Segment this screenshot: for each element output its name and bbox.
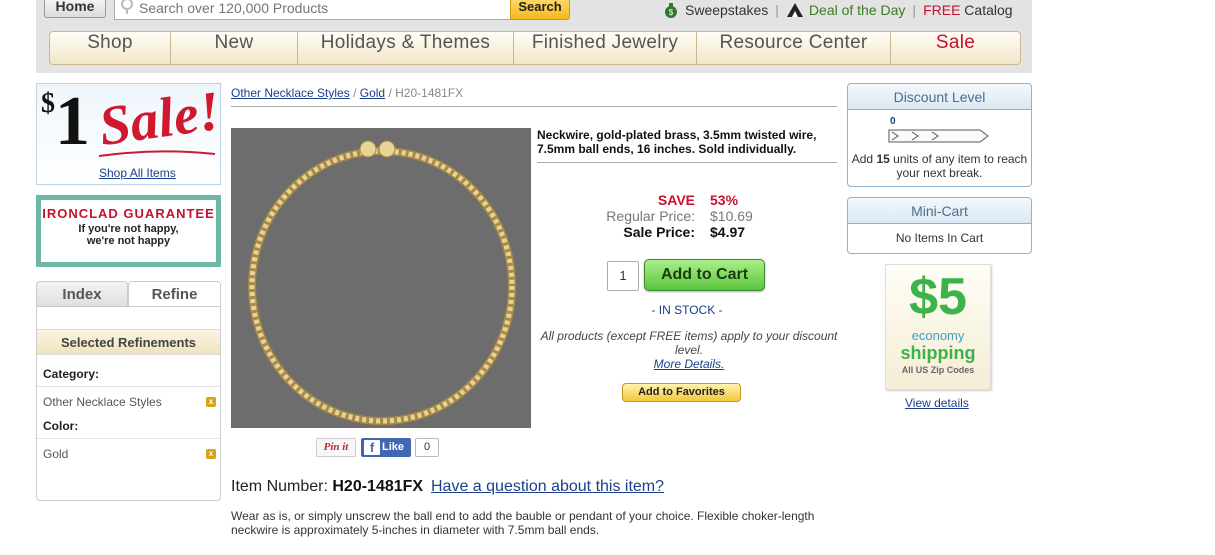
stock-status: - IN STOCK -: [651, 303, 723, 317]
top-bar: Home Search $ Sweepstakes | Deal of the …: [36, 0, 1032, 73]
discount-level-box: Discount Level 0 Add 15 units of any ite…: [847, 83, 1032, 187]
sale-price-graphic: $1: [41, 83, 90, 160]
product-title: Neckwire, gold-plated brass, 3.5mm twist…: [537, 128, 817, 156]
economy-shipping-banner[interactable]: $5 economy shipping All US Zip Codes: [885, 264, 991, 390]
product-description: Wear as is, or simply unscrew the ball e…: [231, 509, 815, 537]
breadcrumb-gold[interactable]: Gold: [360, 86, 385, 100]
save-percent: 53%: [710, 192, 739, 208]
color-refinement-value: Gold: [43, 447, 69, 461]
color-label: Color:: [43, 419, 79, 433]
like-label: Like: [382, 441, 405, 453]
shipping-price: $5: [909, 268, 967, 326]
more-details-link[interactable]: More Details.: [654, 357, 725, 371]
save-label: SAVE: [657, 192, 695, 208]
shipping-word: shipping: [900, 343, 976, 363]
facebook-like-button[interactable]: f Like: [361, 438, 411, 457]
save-label-row: SAVE: [560, 192, 695, 208]
mini-cart-box: Mini-Cart No Items In Cart: [847, 197, 1032, 254]
regular-price-label: Regular Price:: [606, 208, 695, 224]
item-number: Item Number: H20-1481FX: [231, 478, 423, 496]
guarantee-subtitle: If you're not happy, we're not happy: [78, 223, 179, 247]
view-details-link[interactable]: View details: [905, 396, 969, 410]
add-to-cart-button[interactable]: Add to Cart: [644, 259, 765, 291]
item-number-value: H20-1481FX: [332, 478, 424, 495]
search-input[interactable]: [139, 0, 499, 16]
nav-new[interactable]: New: [171, 32, 298, 64]
breadcrumb-separator: /: [388, 86, 392, 100]
category-label: Category:: [43, 367, 100, 381]
utility-links: $ Sweepstakes | Deal of the Day | FREE C…: [662, 1, 1013, 19]
remove-category-icon[interactable]: x: [206, 397, 216, 407]
discount-level-value: 0: [890, 116, 896, 127]
ask-question-link[interactable]: Have a question about this item?: [431, 478, 664, 496]
dollar-sale-banner[interactable]: $1 Sale! Shop All Items: [36, 80, 224, 185]
add-to-favorites-button[interactable]: Add to Favorites: [622, 383, 741, 402]
refine-panel: Selected Refinements Category: Other Nec…: [36, 306, 221, 501]
item-number-label: Item Number:: [231, 478, 328, 495]
tab-refine[interactable]: Refine: [128, 281, 221, 307]
ironclad-guarantee-badge[interactable]: IRONCLAD GUARANTEE If you're not happy, …: [36, 195, 221, 267]
free-label[interactable]: FREE: [923, 2, 960, 18]
pin-it-button[interactable]: Pin it: [316, 438, 356, 457]
breadcrumb-other-necklace-styles[interactable]: Other Necklace Styles: [231, 86, 350, 100]
discount-level-heading: Discount Level: [848, 84, 1031, 110]
breadcrumb-current: H20-1481FX: [395, 86, 464, 100]
nav-resource-center[interactable]: Resource Center: [697, 32, 891, 64]
breadcrumb: Other Necklace Styles / Gold / H20-1481F…: [231, 86, 463, 100]
divider: [231, 106, 837, 107]
like-count: 0: [415, 438, 439, 457]
mini-cart-heading[interactable]: Mini-Cart: [848, 198, 1031, 224]
deal-of-day-link[interactable]: Deal of the Day: [809, 2, 906, 18]
breadcrumb-separator: /: [353, 86, 357, 100]
category-refinement-value: Other Necklace Styles: [43, 395, 162, 409]
nav-sale[interactable]: Sale: [891, 32, 1020, 64]
product-image[interactable]: [231, 128, 531, 428]
regular-price-value: $10.69: [710, 208, 753, 224]
catalog-link[interactable]: Catalog: [964, 2, 1012, 18]
search-button[interactable]: Search: [510, 0, 570, 20]
guarantee-title: IRONCLAD GUARANTEE: [42, 206, 215, 221]
sale-price-value: $4.97: [710, 224, 746, 240]
tab-index[interactable]: Index: [36, 281, 128, 307]
discount-progress-bar: [888, 129, 989, 143]
main-nav: Shop New Holidays & Themes Finished Jewe…: [49, 31, 1021, 65]
quantity-input[interactable]: 1: [607, 261, 639, 291]
sale-price-label: Sale Price:: [623, 224, 695, 240]
divider: |: [775, 2, 779, 18]
regular-price-label-row: Regular Price:: [560, 208, 695, 224]
nav-finished-jewelry[interactable]: Finished Jewelry: [514, 32, 697, 64]
nav-shop[interactable]: Shop: [50, 32, 171, 64]
divider: [537, 162, 837, 163]
money-bag-icon: $: [665, 3, 677, 18]
divider: [37, 438, 220, 439]
selected-refinements-heading: Selected Refinements: [37, 329, 220, 355]
search-box[interactable]: [114, 0, 510, 20]
facebook-icon: f: [364, 440, 380, 455]
gold-neckwire-image: [248, 140, 516, 425]
discount-level-text: Add 15 units of any item to reach your n…: [851, 152, 1028, 180]
svg-text:$: $: [669, 8, 674, 17]
shop-all-items-link[interactable]: Shop All Items: [99, 166, 176, 180]
divider: |: [912, 2, 917, 18]
remove-color-icon[interactable]: x: [206, 449, 216, 459]
sale-price-label-row: Sale Price:: [560, 224, 695, 240]
nav-holidays-themes[interactable]: Holidays & Themes: [298, 32, 514, 64]
divider: [37, 386, 220, 387]
search-icon: [121, 0, 133, 14]
home-button[interactable]: Home: [44, 0, 106, 18]
sweepstakes-link[interactable]: Sweepstakes: [685, 2, 768, 18]
swoosh-graphic: [98, 150, 216, 157]
discount-note: All products (except FREE items) apply t…: [540, 329, 838, 371]
mountain-icon: [786, 3, 803, 17]
sidebar-tabs: Index Refine: [36, 281, 221, 307]
shipping-zip-note: All US Zip Codes: [901, 365, 975, 375]
shipping-economy-label: economy: [911, 328, 965, 343]
mini-cart-status: No Items In Cart: [895, 231, 984, 245]
